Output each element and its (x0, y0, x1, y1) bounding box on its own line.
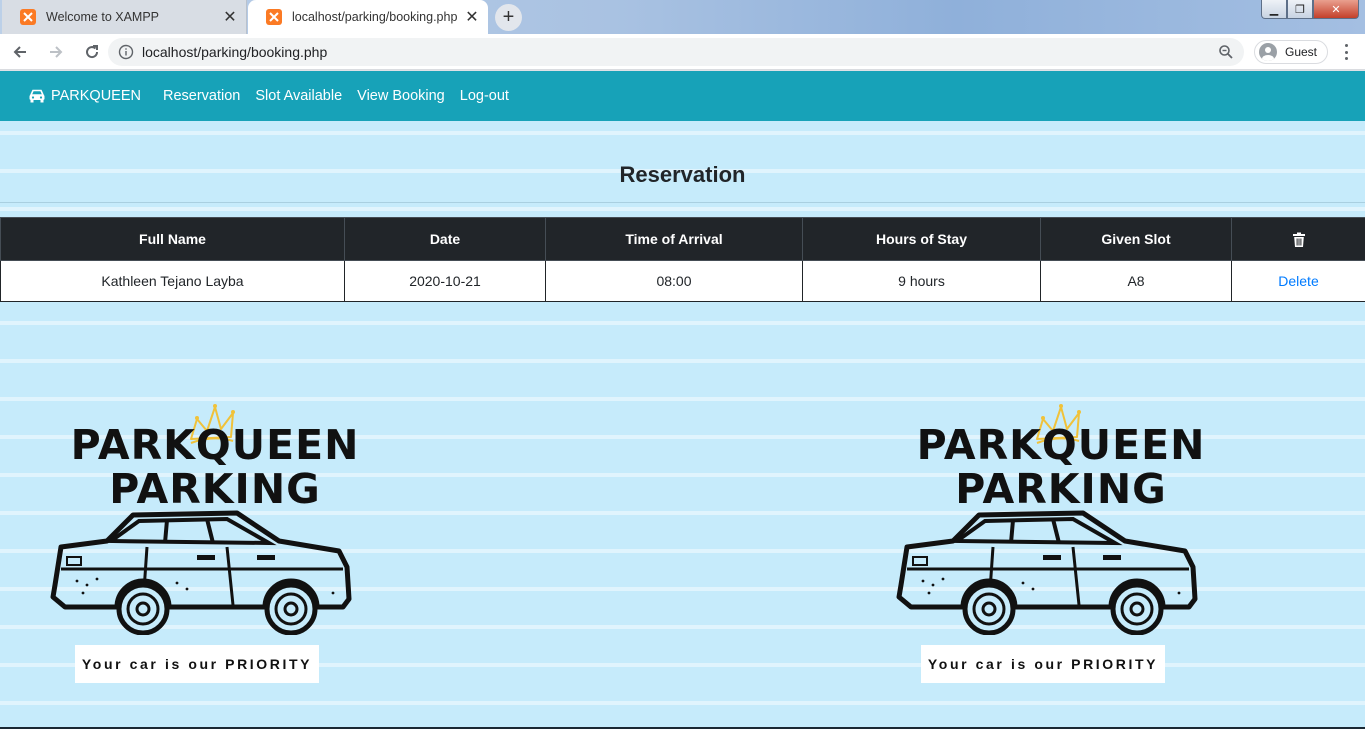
back-button[interactable] (4, 36, 36, 68)
back-arrow-icon (13, 45, 26, 58)
page-title: Reservation (619, 162, 746, 187)
car-illustration (50, 510, 352, 635)
minimize-button[interactable]: ▁ (1261, 0, 1287, 19)
info-icon[interactable] (118, 44, 134, 60)
logo-tagline: Your car is our PRIORITY (921, 645, 1165, 683)
car-illustration (896, 510, 1198, 635)
browser-menu-icon[interactable] (1337, 43, 1355, 61)
page-content: PARKQUEEN Reservation Slot Available Vie… (0, 71, 1365, 729)
nav-link-reservation[interactable]: Reservation (163, 88, 240, 104)
table-row: Kathleen Tejano Layba 2020-10-21 08:00 9… (0, 260, 1365, 302)
trash-icon (1292, 232, 1305, 247)
xampp-icon (266, 9, 282, 25)
logo-title-line2: PARKING (109, 465, 321, 513)
divider (0, 202, 1365, 203)
header-given-slot: Given Slot (1040, 217, 1232, 261)
cell-given-slot: A8 (1040, 260, 1232, 302)
cell-hours-of-stay: 9 hours (802, 260, 1041, 302)
avatar-icon (1259, 43, 1277, 61)
logo-title-line2: PARKING (955, 465, 1167, 513)
window-controls: ▁ ❐ ✕ (1261, 0, 1359, 19)
browser-toolbar: localhost/parking/booking.php Guest (0, 34, 1365, 70)
logo-title-line1: PARKQUEEN (916, 421, 1206, 469)
header-date: Date (344, 217, 546, 261)
logo-title-line1: PARKQUEEN (70, 421, 360, 469)
cell-action: Delete (1231, 260, 1365, 302)
browser-tab-booking[interactable]: localhost/parking/booking.php ✕ (248, 0, 488, 34)
parkqueen-logo-right: PARKQUEEN PARKING Your car is our PRIORI… (891, 401, 1231, 691)
nav-link-view-booking[interactable]: View Booking (357, 88, 445, 104)
window-close-button[interactable]: ✕ (1313, 0, 1359, 19)
close-icon[interactable]: ✕ (460, 5, 484, 29)
address-bar[interactable]: localhost/parking/booking.php (108, 38, 1244, 66)
site-navbar: PARKQUEEN Reservation Slot Available Vie… (0, 71, 1365, 121)
browser-tab-xampp[interactable]: Welcome to XAMPP ✕ (2, 0, 247, 34)
url-text: localhost/parking/booking.php (142, 44, 328, 60)
cell-date: 2020-10-21 (344, 260, 546, 302)
header-hours-of-stay: Hours of Stay (802, 217, 1041, 261)
new-tab-button[interactable]: + (495, 4, 522, 31)
browser-tab-strip: Welcome to XAMPP ✕ localhost/parking/boo… (0, 0, 1365, 34)
profile-label: Guest (1285, 45, 1318, 59)
tab-title: Welcome to XAMPP (46, 10, 160, 24)
car-icon (29, 89, 45, 103)
forward-button[interactable] (40, 36, 72, 68)
cell-full-name: Kathleen Tejano Layba (0, 260, 345, 302)
nav-link-slot-available[interactable]: Slot Available (255, 88, 342, 104)
header-full-name: Full Name (0, 217, 345, 261)
nav-link-logout[interactable]: Log-out (460, 88, 509, 104)
close-icon[interactable]: ✕ (218, 5, 242, 29)
reload-icon (86, 44, 99, 58)
cell-time-of-arrival: 08:00 (545, 260, 803, 302)
header-action (1231, 217, 1365, 261)
profile-button[interactable]: Guest (1254, 40, 1329, 64)
restore-button[interactable]: ❐ (1287, 0, 1313, 19)
header-time-of-arrival: Time of Arrival (545, 217, 803, 261)
reload-button[interactable] (76, 36, 108, 68)
logo-tagline: Your car is our PRIORITY (75, 645, 319, 683)
reservation-table: Full Name Date Time of Arrival Hours of … (0, 217, 1365, 302)
brand-label: PARKQUEEN (51, 88, 141, 104)
forward-arrow-icon (50, 45, 63, 58)
delete-link[interactable]: Delete (1278, 273, 1318, 289)
parkqueen-logo-left: PARKQUEEN PARKING Your car is our PRIORI… (45, 401, 385, 691)
tab-title: localhost/parking/booking.php (292, 10, 458, 24)
table-header-row: Full Name Date Time of Arrival Hours of … (0, 217, 1365, 261)
xampp-icon (20, 9, 36, 25)
navbar-brand[interactable]: PARKQUEEN (28, 88, 141, 104)
zoom-icon[interactable] (1218, 44, 1234, 60)
